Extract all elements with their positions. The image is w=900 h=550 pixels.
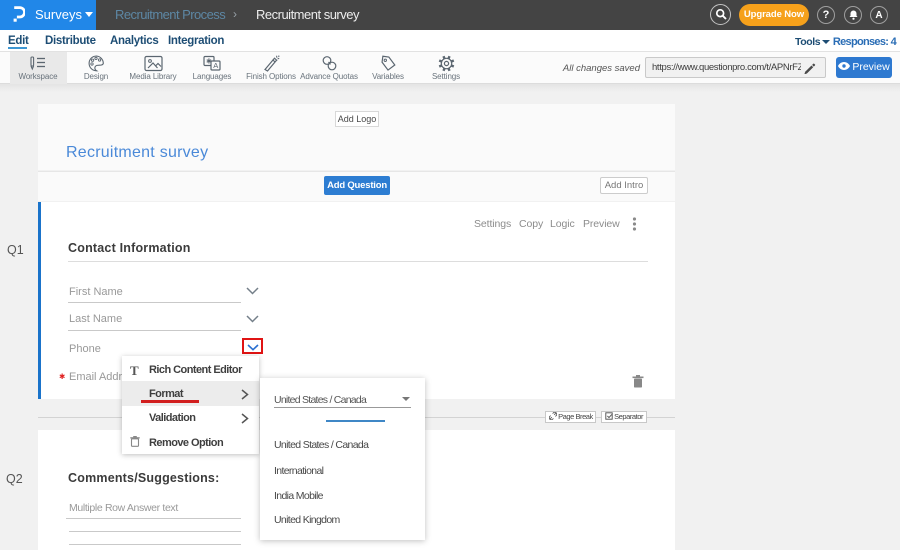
svg-text:A: A	[213, 61, 218, 70]
